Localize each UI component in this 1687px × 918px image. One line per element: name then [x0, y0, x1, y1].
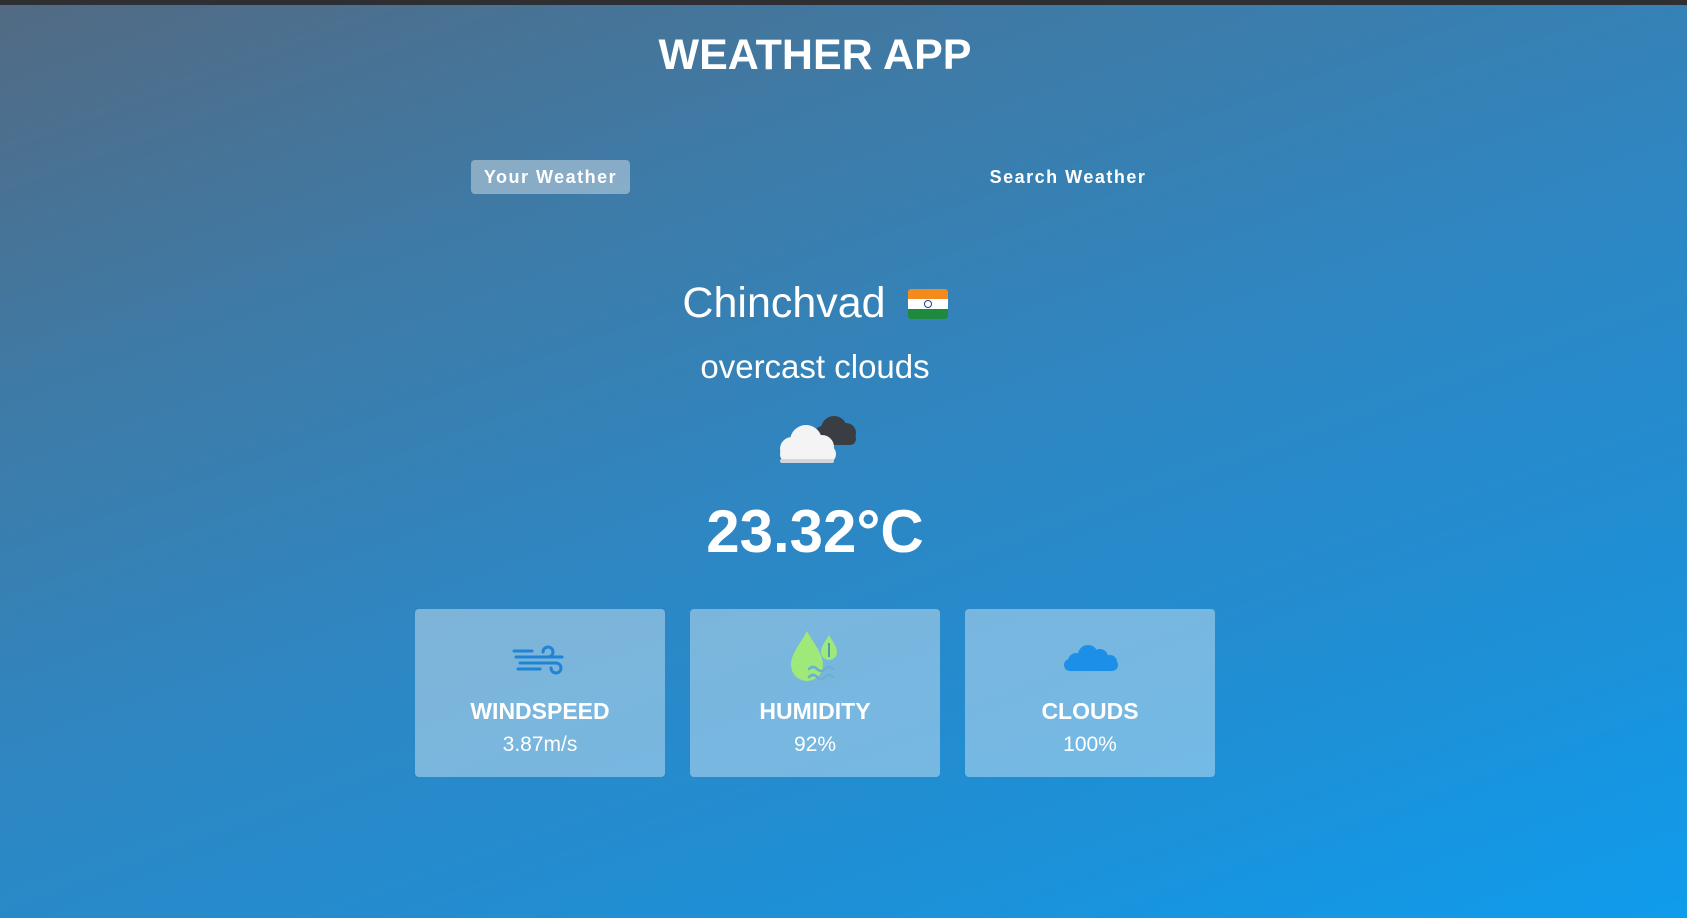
humidity-label: HUMIDITY [759, 698, 871, 724]
clouds-value: 100% [1063, 733, 1117, 756]
tab-search-weather[interactable]: Search Weather [975, 160, 1161, 194]
india-flag-icon [907, 288, 948, 319]
humidity-drops-icon [791, 631, 837, 681]
clouds-label: CLOUDS [1041, 698, 1139, 724]
app-title: WEATHER APP [658, 31, 972, 79]
temperature: 23.32°C [706, 498, 924, 565]
windspeed-label: WINDSPEED [470, 698, 610, 724]
windspeed-value: 3.87m/s [502, 733, 578, 756]
location-heading: Chinchvad [0, 277, 1630, 328]
city-name: Chinchvad [682, 279, 886, 328]
humidity-card: HUMIDITY 92% [690, 609, 940, 777]
tab-your-weather[interactable]: Your Weather [471, 160, 630, 194]
windspeed-card: WINDSPEED 3.87m/s [415, 609, 665, 777]
humidity-value: 92% [793, 733, 837, 756]
wind-icon [512, 645, 564, 675]
weather-description: overcast clouds [700, 348, 930, 385]
overcast-clouds-icon [780, 416, 856, 463]
clouds-card: CLOUDS 100% [965, 609, 1215, 777]
cloud-icon [1064, 645, 1118, 671]
weather-app: WEATHER APP Your Weather Search Weather … [0, 5, 1687, 918]
